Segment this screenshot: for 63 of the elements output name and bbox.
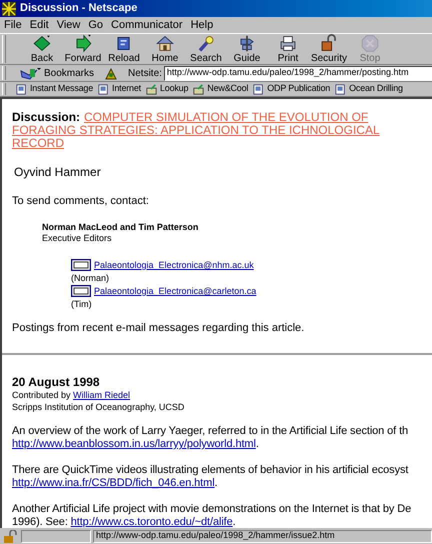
url-link[interactable]: http://www.ina.fr/CS/BDD/fich_046.en.html [12, 477, 215, 489]
recipient-name: (Norman) [71, 272, 110, 284]
affiliation: Scripps Institution of Oceanography, UCSD [12, 401, 186, 413]
menu-item[interactable]: File [4, 16, 22, 34]
email-link[interactable]: Palaeontologia_Electronica@carleton.ca [94, 285, 256, 297]
contact-text: To send comments, contact: [12, 195, 150, 208]
bookmark-link[interactable]: Instant Message [16, 82, 94, 96]
folder-icon [193, 84, 204, 94]
netscape-icon [2, 2, 16, 16]
back-button[interactable]: Back [22, 34, 62, 64]
menu-item[interactable]: Communicator [111, 16, 183, 34]
page-icon [98, 84, 110, 94]
editors-names: Norman MacLeod and Tim Patterson [42, 222, 200, 233]
print-button[interactable]: Print [268, 34, 308, 64]
back-icon [31, 34, 53, 53]
home-icon [154, 34, 176, 53]
toolbar-grip[interactable] [2, 83, 6, 95]
post-date: 20 August 1998 [12, 375, 101, 389]
menu-item[interactable]: View [56, 16, 80, 34]
guide-button[interactable]: Guide [227, 34, 267, 64]
home-button[interactable]: Home [145, 34, 185, 64]
search-button[interactable]: Search [186, 34, 226, 64]
editors-role: Executive Editors [42, 233, 113, 244]
page-icon [16, 84, 27, 94]
bookmark-link[interactable]: Internet [98, 82, 141, 96]
postings-text: Postings from recent e-mail messages regarding this article. [12, 322, 306, 335]
page-icon [335, 84, 346, 94]
email-link[interactable]: Palaeontologia_Electronica@nhm.ac.uk [94, 259, 254, 271]
window-title: Discussion - Netscape [20, 1, 138, 16]
url-link[interactable]: http://www.cs.toronto.edu/~dt/alife [70, 516, 233, 528]
toolbar-grip[interactable] [2, 35, 6, 63]
menu-item[interactable]: Edit [30, 16, 49, 34]
status-text: http://www-odp.tamu.edu/paleo/1998_2/hammer/issue2.htm [96, 529, 335, 542]
bookmark-link[interactable]: New&Cool [193, 82, 248, 96]
bookmarks-button[interactable]: Bookmarks [20, 66, 94, 80]
folder-icon [146, 84, 157, 94]
heading-label: Discussion: [12, 111, 80, 124]
toolbar-grip[interactable] [2, 66, 6, 80]
stop-icon [359, 34, 381, 53]
recipient-name: (Tim) [71, 298, 93, 310]
reload-button[interactable]: Reload [104, 34, 144, 64]
page-icon [253, 84, 264, 94]
url-field[interactable]: http://www-odp.tamu.edu/paleo/1998_2/hammer/posting.htm [164, 66, 432, 80]
location-label: Netsite: [128, 66, 162, 80]
contributor-line: Contributed by William Riedel [12, 389, 132, 401]
bookmark-link[interactable]: ODP Publication [253, 82, 330, 96]
paragraph: An overview of the work of Larry Yaeger, referred to in the Artificial Life section of th http://www.beanblossom.in.us/larryy/polyworld.html. [12, 425, 410, 451]
security-button[interactable]: Security [309, 34, 349, 64]
contributor-link[interactable]: William Riedel [73, 390, 130, 400]
forward-button[interactable]: Forward [63, 34, 103, 64]
bookmarks-icon [20, 66, 42, 80]
url-link[interactable]: http://www.beanblossom.in.us/larryy/polyworld.html [12, 438, 256, 450]
location-icon[interactable] [104, 66, 118, 80]
menu-item[interactable]: Go [88, 16, 104, 34]
bookmark-link[interactable]: Ocean Drilling [335, 82, 403, 96]
paragraph: Another Artificial Life project with movie demonstrations on the Internet is that by De 1996). See: http://www.cs.toronto.edu/~dt/alife. [12, 503, 412, 528]
bookmark-link[interactable]: Lookup [146, 82, 188, 96]
menu-item[interactable]: Help [190, 16, 214, 34]
paragraph: There are QuickTime videos illustrating elements of behavior in his artificial ecosyst http://www.ina.fr/CS/BDD/fich_046.en.html. [12, 464, 410, 490]
author-name: Oyvind Hammer [14, 166, 102, 179]
mail-icon[interactable] [71, 285, 91, 297]
padlock-icon[interactable] [3, 530, 17, 542]
mail-icon[interactable] [71, 259, 91, 271]
